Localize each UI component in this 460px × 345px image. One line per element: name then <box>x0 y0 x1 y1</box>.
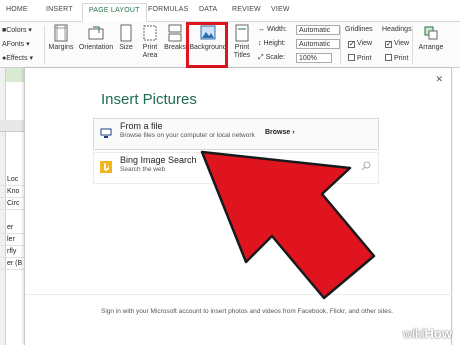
annotation-arrow <box>200 150 376 300</box>
wikihow-watermark: wikiHow <box>402 326 452 341</box>
